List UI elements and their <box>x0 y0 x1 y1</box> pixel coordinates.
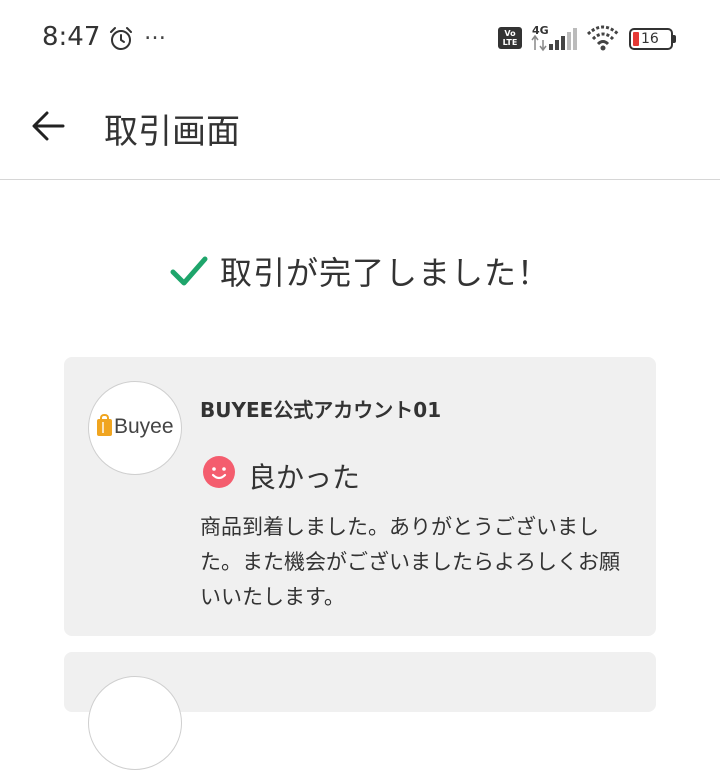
battery-fill <box>633 32 639 46</box>
review-card: Buyee BUYEE公式アカウント01 良かった 商品到着しました。ありがとう… <box>64 357 656 636</box>
volte-icon: Vo LTE <box>498 27 522 49</box>
status-time: 8:47 <box>42 22 101 52</box>
wifi-icon <box>586 25 620 51</box>
signal-strength-icon <box>531 28 577 52</box>
battery-cap <box>673 35 676 43</box>
status-bar: 8:47 … Vo LTE 4G 16 <box>0 0 720 80</box>
review-card-partial <box>64 652 656 770</box>
completion-message: 取引が完了しました！ <box>219 254 550 292</box>
smile-face-icon <box>203 456 235 488</box>
page-title: 取引画面 <box>104 112 240 152</box>
alarm-icon <box>110 27 132 50</box>
rating-label: 良かった <box>248 461 361 494</box>
seller-avatar[interactable]: Buyee <box>88 381 182 475</box>
check-icon <box>170 256 208 286</box>
app-bar: 取引画面 <box>0 80 720 180</box>
battery-icon: 16 <box>629 28 673 50</box>
back-arrow-icon[interactable] <box>30 108 66 144</box>
buyer-avatar[interactable] <box>88 676 182 770</box>
battery-level: 16 <box>641 31 659 47</box>
review-message: 商品到着しました。ありがとうございました。また機会がございましたらよろしくお願い… <box>200 515 620 609</box>
more-notifications-icon: … <box>144 20 167 45</box>
seller-name[interactable]: BUYEE公式アカウント01 <box>200 394 441 423</box>
completion-banner: 取引が完了しました！ <box>0 248 720 294</box>
buyee-logo: Buyee <box>114 415 174 438</box>
buyee-bag-icon <box>97 414 112 436</box>
